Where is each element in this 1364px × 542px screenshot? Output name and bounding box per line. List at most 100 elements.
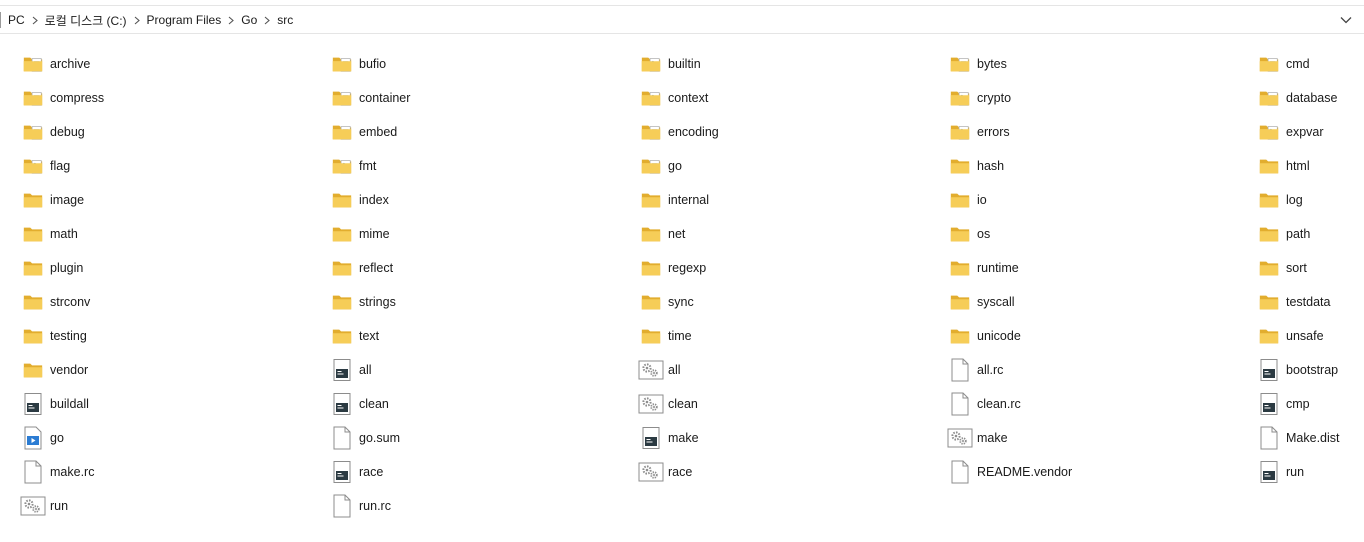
folder-item[interactable]: vendor — [0, 353, 309, 387]
folder-item[interactable]: hash — [927, 149, 1236, 183]
folder-item[interactable]: strings — [309, 285, 618, 319]
folder-item[interactable]: archive — [0, 47, 309, 81]
folder-item[interactable]: unsafe — [1236, 319, 1364, 353]
console-file-icon — [329, 391, 355, 417]
file-item[interactable]: README.vendor — [927, 455, 1236, 489]
blank-file-icon — [329, 425, 355, 451]
folder-item[interactable]: database — [1236, 81, 1364, 115]
folder-item[interactable]: math — [0, 217, 309, 251]
breadcrumb-item[interactable]: 로컬 디스크 (C:) — [43, 12, 129, 29]
folder-item[interactable]: bytes — [927, 47, 1236, 81]
file-item[interactable]: all.rc — [927, 353, 1236, 387]
folder-item[interactable]: unicode — [927, 319, 1236, 353]
folder-item[interactable]: time — [618, 319, 927, 353]
folder-item[interactable]: sort — [1236, 251, 1364, 285]
folder-item[interactable]: crypto — [927, 81, 1236, 115]
file-item[interactable]: run — [1236, 455, 1364, 489]
item-name: embed — [359, 125, 398, 139]
item-name: strconv — [50, 295, 91, 309]
folder-item[interactable]: plugin — [0, 251, 309, 285]
folder-icon — [638, 187, 664, 213]
folder-item[interactable]: reflect — [309, 251, 618, 285]
folder-item[interactable]: strconv — [0, 285, 309, 319]
breadcrumb-item[interactable]: Program Files — [145, 13, 224, 27]
folder-item[interactable]: path — [1236, 217, 1364, 251]
folder-item[interactable]: runtime — [927, 251, 1236, 285]
file-item[interactable]: go — [0, 421, 309, 455]
folder-item[interactable]: builtin — [618, 47, 927, 81]
file-item[interactable]: buildall — [0, 387, 309, 421]
address-bar[interactable]: PC 로컬 디스크 (C:) Program Files Go src — [0, 6, 1364, 34]
folder-item[interactable]: testing — [0, 319, 309, 353]
folder-item[interactable]: image — [0, 183, 309, 217]
folder-item[interactable]: expvar — [1236, 115, 1364, 149]
file-item[interactable]: race — [618, 455, 927, 489]
item-name: make — [668, 431, 699, 445]
folder-item[interactable]: compress — [0, 81, 309, 115]
folder-icon — [638, 221, 664, 247]
folder-item[interactable]: container — [309, 81, 618, 115]
file-item[interactable]: go.sum — [309, 421, 618, 455]
folder-item[interactable]: embed — [309, 115, 618, 149]
file-item[interactable]: all — [309, 353, 618, 387]
folder-item[interactable]: io — [927, 183, 1236, 217]
folder-item[interactable]: context — [618, 81, 927, 115]
file-item[interactable]: run — [0, 489, 309, 523]
folder-item[interactable]: bufio — [309, 47, 618, 81]
folder-item[interactable]: flag — [0, 149, 309, 183]
folder-item[interactable]: os — [927, 217, 1236, 251]
folder-item[interactable]: text — [309, 319, 618, 353]
file-item[interactable]: bootstrap — [1236, 353, 1364, 387]
folder-item[interactable]: net — [618, 217, 927, 251]
folder-item[interactable]: index — [309, 183, 618, 217]
folder-item[interactable]: sync — [618, 285, 927, 319]
folder-item[interactable]: mime — [309, 217, 618, 251]
breadcrumb-separator-icon[interactable] — [129, 14, 145, 26]
address-history-dropdown-button[interactable] — [1336, 10, 1356, 30]
file-item[interactable]: make.rc — [0, 455, 309, 489]
breadcrumb-item[interactable]: PC — [6, 13, 27, 27]
folder-item[interactable]: fmt — [309, 149, 618, 183]
folder-item[interactable]: go — [618, 149, 927, 183]
item-name: log — [1286, 193, 1303, 207]
folder-doc-icon — [638, 153, 664, 179]
file-item[interactable]: make — [927, 421, 1236, 455]
folder-item[interactable]: html — [1236, 149, 1364, 183]
item-name: context — [668, 91, 709, 105]
file-item[interactable]: cmp — [1236, 387, 1364, 421]
item-name: race — [359, 465, 384, 479]
breadcrumb-item[interactable]: Go — [239, 13, 259, 27]
breadcrumb-item[interactable]: src — [275, 13, 295, 27]
breadcrumb-separator-icon[interactable] — [223, 14, 239, 26]
file-item[interactable]: make — [618, 421, 927, 455]
blank-file-icon — [1256, 425, 1282, 451]
item-name: all.rc — [977, 363, 1004, 377]
folder-doc-icon — [947, 51, 973, 77]
item-name: bufio — [359, 57, 387, 71]
file-item[interactable]: clean.rc — [927, 387, 1236, 421]
breadcrumb-separator-icon[interactable] — [27, 14, 43, 26]
file-item[interactable]: clean — [309, 387, 618, 421]
folder-item[interactable]: encoding — [618, 115, 927, 149]
folder-item[interactable]: errors — [927, 115, 1236, 149]
console-file-icon — [329, 459, 355, 485]
file-item[interactable]: all — [618, 353, 927, 387]
file-item[interactable]: race — [309, 455, 618, 489]
console-file-icon — [1256, 357, 1282, 383]
folder-icon — [947, 187, 973, 213]
folder-icon — [20, 357, 46, 383]
folder-item[interactable]: cmd — [1236, 47, 1364, 81]
folder-item[interactable]: debug — [0, 115, 309, 149]
folder-item[interactable]: testdata — [1236, 285, 1364, 319]
file-item[interactable]: clean — [618, 387, 927, 421]
breadcrumb-separator-icon[interactable] — [259, 14, 275, 26]
folder-item[interactable]: log — [1236, 183, 1364, 217]
file-item[interactable]: Make.dist — [1236, 421, 1364, 455]
item-name: regexp — [668, 261, 707, 275]
folder-item[interactable]: syscall — [927, 285, 1236, 319]
folder-go-icon — [638, 85, 664, 111]
file-item[interactable]: run.rc — [309, 489, 618, 523]
item-name: reflect — [359, 261, 394, 275]
folder-item[interactable]: regexp — [618, 251, 927, 285]
folder-item[interactable]: internal — [618, 183, 927, 217]
